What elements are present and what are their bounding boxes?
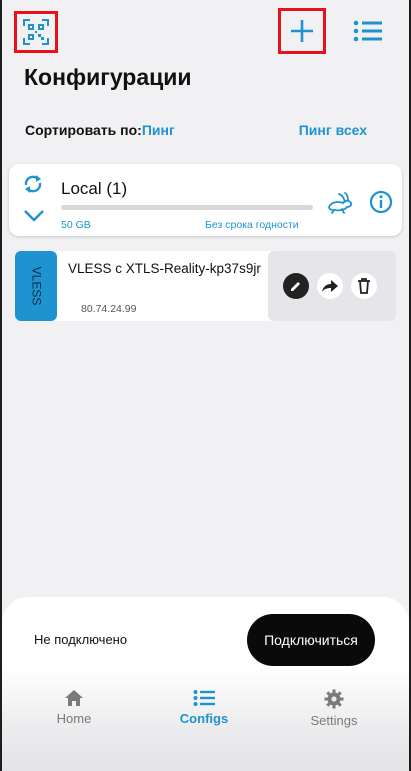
nav-home-label: Home [56,711,92,726]
home-icon [65,690,83,706]
sort-label: Сортировать по: [25,122,142,138]
usage-progress-bar [61,205,313,210]
nav-home[interactable]: Home [34,689,114,739]
add-config-button[interactable] [278,8,326,54]
qr-scan-button[interactable] [14,11,58,53]
bottom-navigation: Home Configs Settings [2,689,409,749]
ping-all-button[interactable]: Пинг всех [299,122,367,138]
connection-panel: Не подключено Подключиться Home Configs [2,597,409,771]
nav-configs-label: Configs [179,711,229,726]
gear-icon [324,689,344,709]
app-screen: Конфигурации Сортировать по:Пинг Пинг вс… [2,0,409,771]
plus-icon [291,20,313,42]
nav-configs[interactable]: Configs [164,689,244,739]
subscription-group-card[interactable]: Local (1) 50 GB Без срока годности [9,164,402,236]
info-icon[interactable] [369,190,393,214]
qr-code-scan-icon [23,19,49,45]
sort-row: Сортировать по:Пинг Пинг всех [25,122,385,142]
pencil-icon [291,282,300,291]
trash-icon [358,278,370,294]
chevron-down-icon[interactable] [23,208,45,224]
share-arrow-icon [322,280,338,292]
protocol-label: VLESS [28,266,43,306]
menu-list-button[interactable] [352,16,384,46]
expiry-text: Без срока годности [205,219,299,231]
page-title: Конфигурации [24,64,192,90]
connect-button[interactable]: Подключиться [247,614,375,666]
rabbit-icon[interactable] [325,191,355,215]
nav-settings-label: Settings [310,713,358,728]
config-address: 80.74.24.99 [81,303,137,315]
sort-by-ping-link[interactable]: Пинг [142,122,175,138]
list-icon [193,690,215,706]
usage-total: 50 GB [61,219,91,231]
config-actions [268,251,396,321]
config-list-item[interactable]: VLESS VLESS с XTLS-Reality-kp37s9jr 80.7… [15,251,396,321]
refresh-icon[interactable] [22,173,44,195]
delete-button[interactable] [351,273,377,299]
protocol-badge: VLESS [15,251,57,321]
nav-settings[interactable]: Settings [294,689,374,739]
list-icon [353,20,382,42]
connection-status: Не подключено [34,632,128,647]
group-name: Local (1) [61,179,128,198]
edit-button[interactable] [283,273,309,299]
share-button[interactable] [317,273,343,299]
top-bar [2,0,409,60]
config-name: VLESS с XTLS-Reality-kp37s9jr [68,261,261,276]
